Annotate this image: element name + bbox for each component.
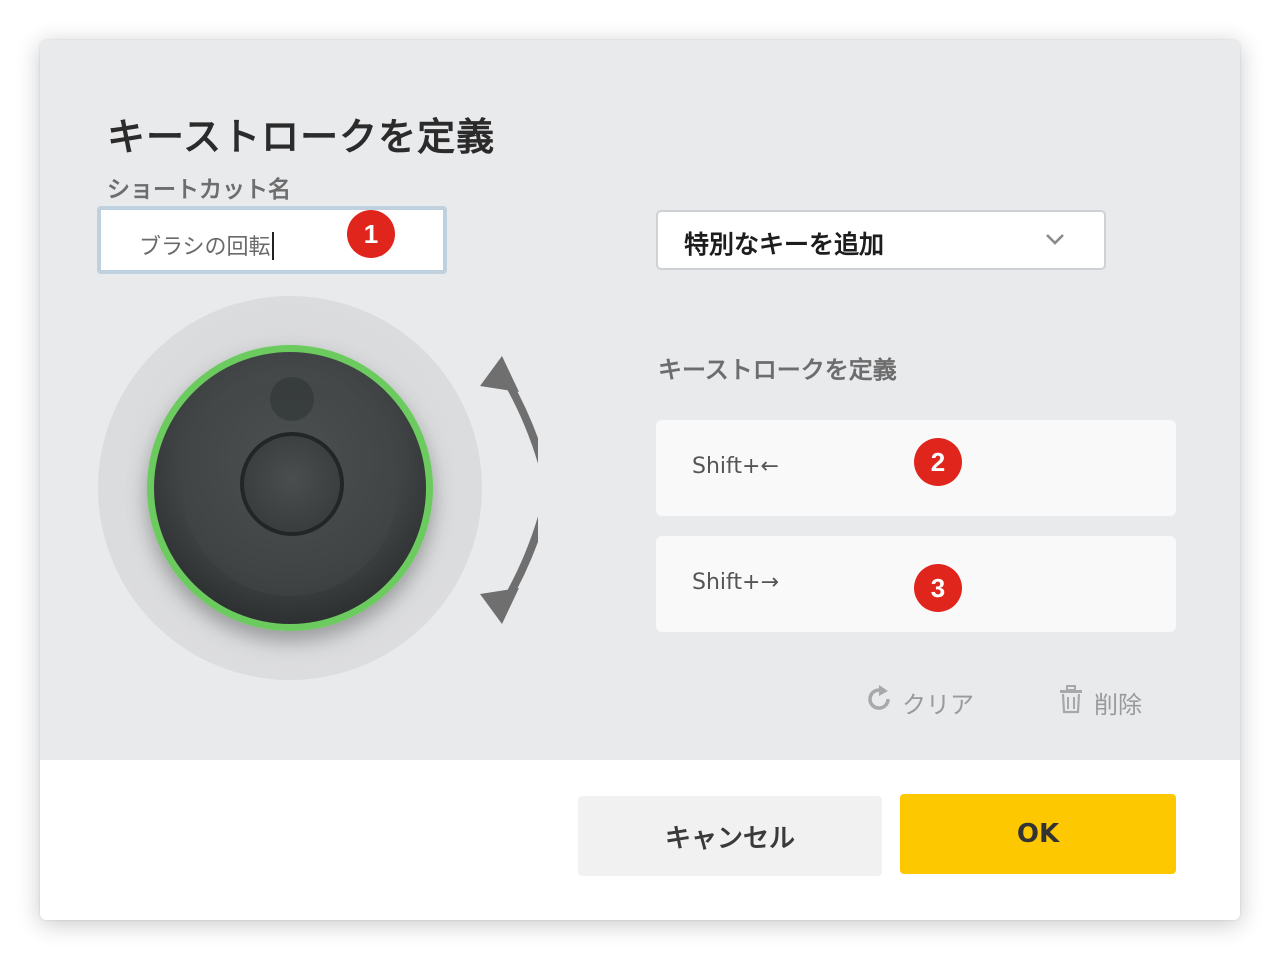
rotary-dial-icon [98,296,548,696]
rotate-arrows-icon [499,371,548,609]
keystroke-heading: キーストロークを定義 [658,356,897,384]
step-badge-1: 1 [347,210,395,258]
shortcut-name-label: ショートカット名 [107,177,291,203]
trash-icon [1056,684,1086,720]
delete-label: 削除 [1094,690,1142,719]
clear-button[interactable]: クリア [864,684,974,720]
shortcut-name-input[interactable]: ブラシの回転 [97,206,447,274]
keystroke-value: Shift+→ [692,570,779,595]
chevron-down-icon [1044,228,1066,250]
special-key-dropdown[interactable]: 特別なキーを追加 [656,210,1106,270]
ok-button[interactable]: OK [900,794,1176,874]
define-keystroke-dialog: キーストロークを定義 ショートカット名 ブラシの回転 1 特別なキーを追加 キー… [40,40,1240,920]
keystroke-value: Shift+← [692,454,779,479]
text-caret [271,232,274,260]
dialog-body: キーストロークを定義 ショートカット名 ブラシの回転 1 特別なキーを追加 キー… [40,40,1240,760]
dialog-title: キーストロークを定義 [107,115,496,159]
refresh-icon [864,684,894,720]
delete-button[interactable]: 削除 [1056,684,1142,720]
step-badge-2: 2 [914,438,962,486]
special-key-dropdown-label: 特別なキーを追加 [684,230,885,259]
clear-label: クリア [902,690,974,719]
shortcut-name-value: ブラシの回転 [139,229,274,261]
cancel-button[interactable]: キャンセル [578,796,882,876]
step-badge-3: 3 [914,564,962,612]
